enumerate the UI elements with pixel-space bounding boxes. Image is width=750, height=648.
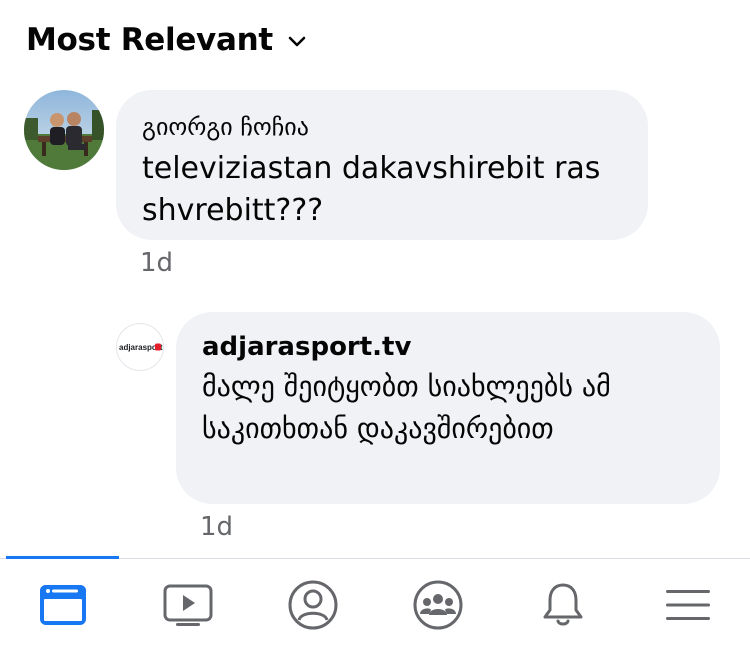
reply-timestamp[interactable]: 1d: [200, 512, 233, 542]
page-avatar[interactable]: adjarasport: [116, 323, 164, 371]
bell-icon: [543, 583, 583, 626]
chevron-down-icon: [288, 36, 306, 47]
comments-screen: Most Relevant გიორგი ჩოჩია televiziastan…: [0, 0, 750, 648]
profile-icon: [288, 580, 338, 630]
bottom-navigation: [0, 556, 750, 648]
tab-watch[interactable]: [158, 575, 218, 635]
comment-text: televiziastan dakavshirebit ras shvrebit…: [142, 151, 601, 228]
tab-menu[interactable]: [658, 575, 718, 635]
watch-icon: [163, 584, 213, 626]
reply-bubble[interactable]: adjarasport.tv მალე შეიტყობთ სიახლეებს ა…: [176, 312, 720, 504]
comment-author[interactable]: გიორგი ჩოჩია: [142, 112, 622, 142]
avatar[interactable]: [24, 90, 104, 170]
menu-icon: [666, 590, 710, 620]
tab-feed[interactable]: [33, 575, 93, 635]
reply-text: მალე შეიტყობთ სიახლეებს ამ საკითხთან დაკ…: [202, 370, 611, 445]
feed-icon: [40, 585, 86, 625]
tab-notifications[interactable]: [533, 575, 593, 635]
active-tab-indicator: [6, 556, 119, 559]
adjarasport-logo: adjarasport: [119, 343, 163, 352]
user-photo: [24, 90, 104, 170]
sort-dropdown[interactable]: Most Relevant: [26, 22, 307, 58]
tab-profile[interactable]: [283, 575, 343, 635]
comment-bubble[interactable]: გიორგი ჩოჩია televiziastan dakavshirebit…: [116, 90, 648, 240]
groups-icon: [413, 580, 463, 630]
reply-author[interactable]: adjarasport.tv: [202, 332, 694, 362]
tab-groups[interactable]: [408, 575, 468, 635]
sort-label: Most Relevant: [26, 22, 273, 58]
comment-timestamp[interactable]: 1d: [140, 248, 173, 278]
